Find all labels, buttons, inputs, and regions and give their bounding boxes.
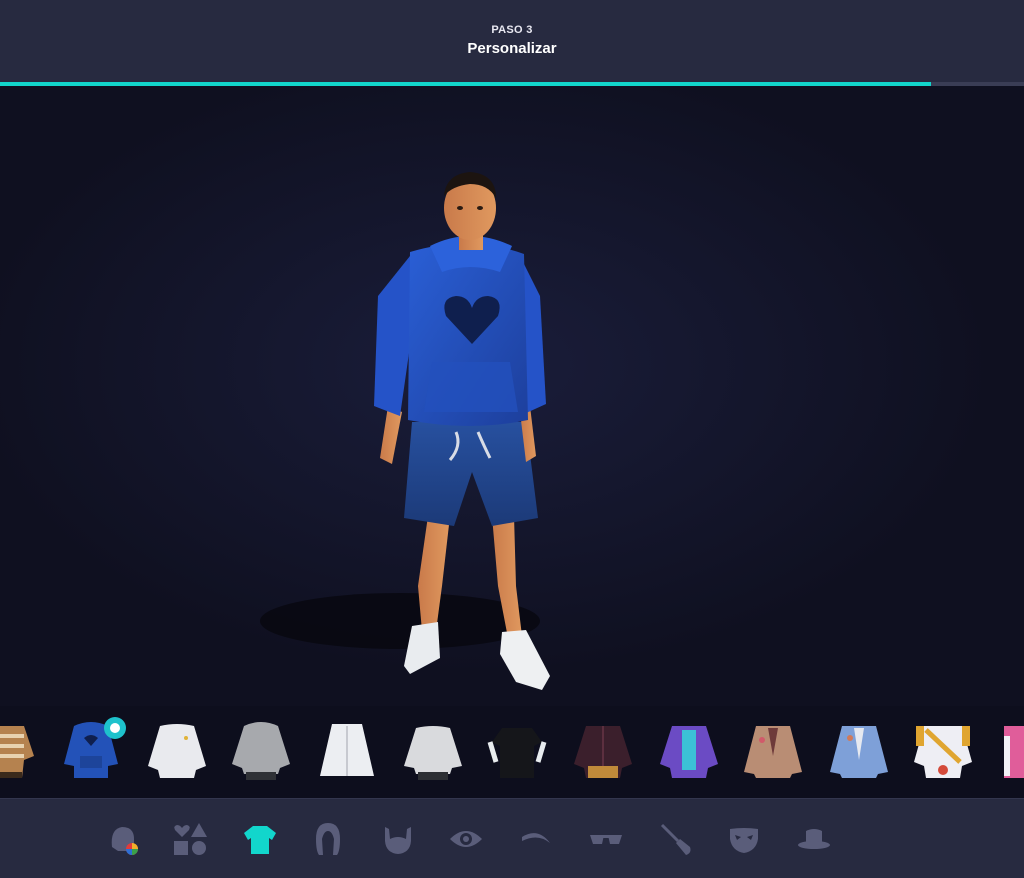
mask-icon [730, 828, 758, 853]
outfit-item[interactable] [994, 716, 1024, 782]
purple-jacket-thumbnail [660, 726, 718, 778]
category-clothing[interactable] [240, 819, 280, 859]
makeup-brush-icon [660, 823, 691, 855]
striped-sweater-thumbnail [0, 726, 34, 778]
category-mask[interactable] [724, 819, 764, 859]
step-label: PASO 3 [491, 24, 533, 36]
outfit-item[interactable] [826, 716, 892, 782]
selected-check-icon [104, 717, 126, 739]
outfit-item[interactable] [400, 716, 466, 782]
tan-suit-jacket-thumbnail [744, 726, 802, 778]
shapes-icon [174, 823, 207, 855]
outfit-item[interactable] [740, 716, 806, 782]
skin-tone-icon [111, 827, 138, 855]
category-eyebrows[interactable] [516, 819, 556, 859]
category-hair[interactable] [308, 819, 348, 859]
black-tshirt-thumbnail [487, 728, 547, 778]
hat-icon [798, 829, 830, 849]
category-eyes[interactable] [446, 819, 486, 859]
pink-outfit-thumbnail [1004, 726, 1024, 778]
outfit-item[interactable] [484, 716, 550, 782]
outfit-item[interactable] [314, 716, 380, 782]
avatar-viewport[interactable] [0, 86, 1024, 706]
white-long-coat-thumbnail [320, 724, 374, 776]
category-shapes[interactable] [170, 819, 210, 859]
outfit-item[interactable] [570, 716, 636, 782]
outfit-item-selected[interactable] [58, 716, 126, 782]
eyebrow-icon [522, 833, 550, 843]
category-beard[interactable] [378, 819, 418, 859]
glasses-icon [590, 835, 622, 844]
eye-icon [450, 831, 482, 847]
beard-icon [385, 827, 411, 854]
outfit-item[interactable] [656, 716, 722, 782]
category-glasses[interactable] [586, 819, 626, 859]
hair-icon [316, 823, 340, 855]
category-bar [0, 798, 1024, 878]
outfit-item[interactable] [228, 716, 294, 782]
gray-hoodie-thumbnail [232, 722, 290, 780]
shirt-icon [244, 826, 276, 854]
category-makeup[interactable] [656, 819, 696, 859]
outfit-carousel[interactable] [0, 706, 1024, 798]
outfit-item[interactable] [910, 716, 976, 782]
outfit-item[interactable] [144, 716, 210, 782]
blue-suit-jacket-thumbnail [830, 726, 888, 778]
white-sweatshirt-thumbnail [148, 724, 206, 778]
gray-sweater-thumbnail [404, 726, 462, 780]
page-title: Personalizar [467, 40, 557, 57]
category-hats[interactable] [794, 819, 834, 859]
outfit-item[interactable] [0, 716, 38, 782]
dark-plaid-jacket-thumbnail [574, 726, 632, 778]
avatar-figure [0, 86, 1024, 706]
step-header: PASO 3 Personalizar [0, 0, 1024, 82]
white-gold-armor-thumbnail [914, 726, 972, 778]
category-skin[interactable] [104, 819, 144, 859]
